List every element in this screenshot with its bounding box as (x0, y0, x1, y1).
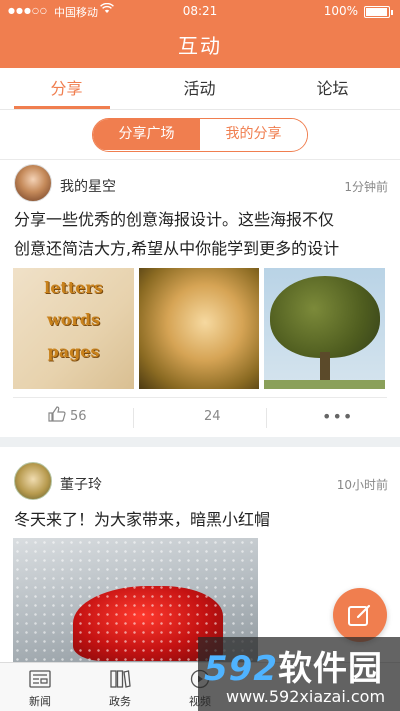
top-tabs: 分享 活动 论坛 (0, 68, 400, 110)
page-title: 互动 (178, 34, 222, 58)
battery-icon (364, 6, 393, 18)
tab-activity[interactable]: 活动 (133, 68, 266, 110)
post-time: 1分钟前 (344, 180, 388, 194)
watermark: 592软件园 www.592xiazai.com (198, 637, 400, 711)
status-bar: ●●●○○ 中国移动 08:21 100% (0, 0, 400, 22)
post-text-line: 分享一些优秀的创意海报设计。这些海报不仅 (14, 210, 335, 229)
watermark-number: 592 (204, 649, 278, 689)
post-author[interactable]: 董子玲 (60, 474, 102, 494)
active-tab-indicator (14, 106, 110, 109)
tree-trunk (320, 352, 330, 382)
nav-label: 新闻 (29, 695, 51, 708)
watermark-brand: 592软件园 (204, 641, 383, 690)
watermark-url: www.592xiazai.com (226, 687, 386, 706)
nav-news[interactable]: 新闻 (0, 663, 80, 711)
divider (133, 408, 134, 428)
avatar[interactable] (14, 462, 52, 500)
section-gap (0, 437, 400, 447)
books-icon (110, 670, 131, 688)
nav-government[interactable]: 政务 (80, 663, 160, 711)
comment-count: 24 (204, 409, 221, 424)
avatar[interactable] (14, 164, 52, 202)
ground (264, 380, 385, 389)
share-segment-control: 分享广场 我的分享 (92, 118, 308, 152)
tab-share[interactable]: 分享 (0, 68, 133, 110)
news-icon (29, 670, 51, 688)
poster-word: pages (47, 342, 100, 361)
compose-button[interactable] (333, 588, 387, 642)
divider (266, 408, 267, 428)
tab-forum[interactable]: 论坛 (266, 68, 399, 110)
tree-crown (270, 276, 380, 358)
post-time: 10小时前 (336, 478, 388, 492)
post-author[interactable]: 我的星空 (60, 176, 116, 196)
post-text-line: 创意还简洁大方,希望从中你能学到更多的设计 (14, 239, 340, 258)
post-text: 冬天来了！为大家带来，暗黑小红帽 (14, 510, 271, 529)
battery-percent: 100% (323, 4, 358, 18)
segment-my-shares[interactable]: 我的分享 (200, 119, 307, 150)
comment-button[interactable]: 24 (204, 400, 221, 434)
compose-icon (348, 604, 371, 626)
poster-word: words (46, 310, 101, 329)
post-image-letters-poster[interactable]: letters words pages (13, 268, 134, 389)
post-image-tree[interactable] (264, 268, 385, 389)
poster-word: letters (44, 278, 103, 297)
nav-label: 政务 (109, 695, 131, 708)
app-header: ●●●○○ 中国移动 08:21 100% 互动 (0, 0, 400, 68)
like-button[interactable]: 56 (48, 400, 87, 434)
divider (13, 397, 387, 398)
watermark-cn: 软件园 (277, 649, 383, 689)
divider (0, 159, 400, 160)
like-count: 56 (70, 409, 87, 424)
post-image-portrait[interactable] (139, 268, 259, 389)
post-text: 分享一些优秀的创意海报设计。这些海报不仅 创意还简洁大方,希望从中你能学到更多的… (14, 205, 388, 263)
thumbs-up-icon (48, 402, 66, 422)
more-button[interactable]: ••• (322, 400, 353, 434)
post-actions: 56 24 ••• (0, 400, 400, 434)
segment-share-square[interactable]: 分享广场 (93, 119, 200, 150)
